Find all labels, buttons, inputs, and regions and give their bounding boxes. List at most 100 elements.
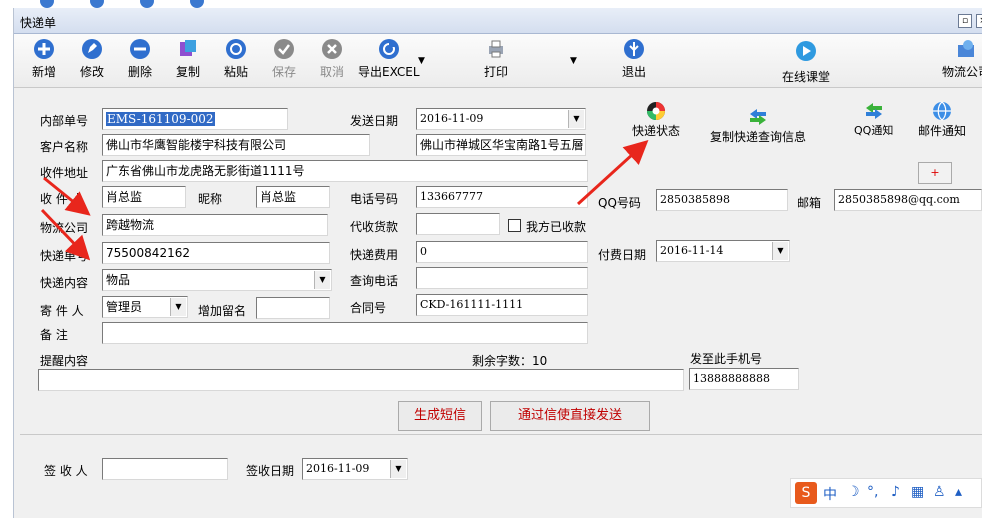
app-icon	[140, 0, 154, 8]
internal-no-label: 内部单号	[40, 114, 89, 128]
qq-field[interactable]: 2850385898	[656, 189, 788, 211]
generate-sms-button[interactable]: 生成短信	[398, 401, 482, 431]
paid-label: 我方已收款	[526, 220, 587, 234]
chevron-down-icon[interactable]: ▼	[568, 110, 584, 128]
receiver-label: 收 件 人	[40, 192, 84, 206]
recv-addr-label: 收件地址	[40, 166, 89, 180]
contract-field[interactable]: CKD-161111-1111	[416, 294, 588, 316]
minus-circle-icon	[129, 38, 151, 60]
tracking-no-label: 快递单号	[40, 249, 89, 263]
close-icon[interactable]: ×	[976, 14, 982, 28]
note-label: 备 注	[40, 328, 68, 342]
copy-query-button[interactable]: 复制快递查询信息	[710, 106, 806, 145]
keyboard-icon[interactable]: ▦	[911, 484, 924, 500]
edit-button[interactable]: 修改	[80, 38, 104, 80]
sign-date-label: 签收日期	[246, 464, 295, 478]
print-dropdown-icon[interactable]: ▼	[570, 56, 577, 66]
nickname-label: 昵称	[198, 192, 223, 206]
sender-select[interactable]: 管理员 ▼	[102, 296, 188, 318]
query-phone-label: 查询电话	[350, 274, 399, 288]
app-icon	[190, 0, 204, 8]
reminder-field[interactable]	[38, 369, 684, 391]
signer-field[interactable]	[102, 458, 228, 480]
sign-date-picker[interactable]: 2016-11-09 ▼	[302, 458, 408, 480]
ime-toolbar[interactable]: S 中 ☽ °, ♪ ▦ ♙ ▴	[790, 478, 982, 508]
cod-field[interactable]	[416, 213, 500, 235]
add-note-label: 增加留名	[198, 304, 247, 318]
send-to-phone-label: 发至此手机号	[690, 352, 763, 366]
divider	[20, 434, 982, 435]
email-field[interactable]: 2850385898@qq.com	[834, 189, 982, 211]
globe-box-icon	[955, 38, 977, 60]
content-label: 快递内容	[40, 276, 89, 290]
exit-button[interactable]: 退出	[622, 38, 646, 80]
print-button[interactable]: 打印	[484, 38, 508, 80]
add-note-field[interactable]	[256, 297, 330, 319]
phone-label: 电话号码	[350, 192, 399, 206]
swap-arrows-icon	[747, 106, 769, 128]
nickname-field[interactable]: 肖总监	[256, 186, 330, 208]
plus-circle-icon	[33, 38, 55, 60]
swap-arrows-icon	[863, 100, 885, 122]
delete-button[interactable]: 删除	[128, 38, 152, 80]
email-notify-button[interactable]: 邮件通知	[918, 100, 966, 139]
chevron-down-icon[interactable]: ▼	[170, 298, 186, 316]
sender-label: 寄 件 人	[40, 304, 84, 318]
copy-icon	[177, 38, 199, 60]
internal-no-field[interactable]: EMS-161109-002	[102, 108, 288, 130]
restore-icon[interactable]: ▫	[958, 14, 972, 28]
left-panel	[0, 8, 14, 518]
reminder-label: 提醒内容	[40, 354, 89, 368]
online-class-button[interactable]: 在线课堂	[782, 40, 830, 85]
phone-field[interactable]: 133667777	[416, 186, 588, 208]
send-sms-button[interactable]: 通过信使直接发送	[490, 401, 650, 431]
moon-icon[interactable]: ☽	[847, 484, 860, 500]
cancel-icon	[321, 38, 343, 60]
customer-addr-field[interactable]: 佛山市禅城区华宝南路1号五層	[416, 134, 586, 156]
query-phone-field[interactable]	[416, 267, 588, 289]
express-status-button[interactable]: 快递状态	[632, 100, 680, 139]
content-select[interactable]: 物品 ▼	[102, 269, 332, 291]
recv-addr-field[interactable]: 广东省佛山市龙虎路无影街道1111号	[102, 160, 588, 182]
customer-label: 客户名称	[40, 140, 89, 154]
send-date-label: 发送日期	[350, 114, 399, 128]
customer-field[interactable]: 佛山市华鹰智能楼宇科技有限公司	[102, 134, 370, 156]
cancel-button[interactable]: 取消	[320, 38, 344, 80]
fee-field[interactable]: 0	[416, 241, 588, 263]
export-excel-button[interactable]: 导出EXCEL	[358, 38, 420, 80]
paid-checkbox[interactable]	[508, 219, 521, 232]
sogou-icon: S	[795, 482, 817, 504]
check-icon	[273, 38, 295, 60]
tracking-no-field[interactable]: 75500842162	[102, 242, 330, 264]
send-date-picker[interactable]: 2016-11-09 ▼	[416, 108, 586, 130]
pay-date-picker[interactable]: 2016-11-14 ▼	[656, 240, 790, 262]
logistics-co-field[interactable]: 跨越物流	[102, 214, 328, 236]
person-icon[interactable]: ♙	[933, 484, 946, 500]
chevron-down-icon[interactable]: ▼	[772, 242, 788, 260]
copy-button[interactable]: 复制	[176, 38, 200, 80]
ime-mode-label[interactable]: 中	[823, 484, 837, 504]
qq-label: QQ号码	[598, 196, 641, 210]
qq-notify-button[interactable]: QQ通知	[854, 100, 893, 138]
logistics-co-label: 物流公司	[40, 221, 89, 235]
receiver-field[interactable]: 肖总监	[102, 186, 186, 208]
add-button[interactable]: +	[918, 162, 952, 184]
note-field[interactable]	[102, 322, 588, 344]
window-titlebar: 快递单 ▫ ×	[14, 8, 982, 34]
new-button[interactable]: 新增	[32, 38, 56, 80]
chevron-down-icon[interactable]: ▼	[390, 460, 406, 478]
chevron-down-icon[interactable]: ▼	[314, 271, 330, 289]
contract-label: 合同号	[350, 301, 387, 315]
export-dropdown-icon[interactable]: ▼	[418, 56, 425, 66]
mobile-field[interactable]: 13888888888	[689, 368, 799, 390]
save-button[interactable]: 保存	[272, 38, 296, 80]
punctuation-icon[interactable]: °,	[867, 484, 878, 500]
taskbar-strip	[0, 0, 982, 8]
logistics-company-button[interactable]: 物流公司	[942, 38, 982, 80]
remaining-count: 剩余字数：10	[472, 354, 548, 368]
signer-label: 签 收 人	[44, 464, 88, 478]
shirt-icon[interactable]: ▴	[955, 484, 962, 500]
mic-icon[interactable]: ♪	[891, 484, 900, 500]
paste-button[interactable]: 粘贴	[224, 38, 248, 80]
fee-label: 快递费用	[350, 248, 399, 262]
